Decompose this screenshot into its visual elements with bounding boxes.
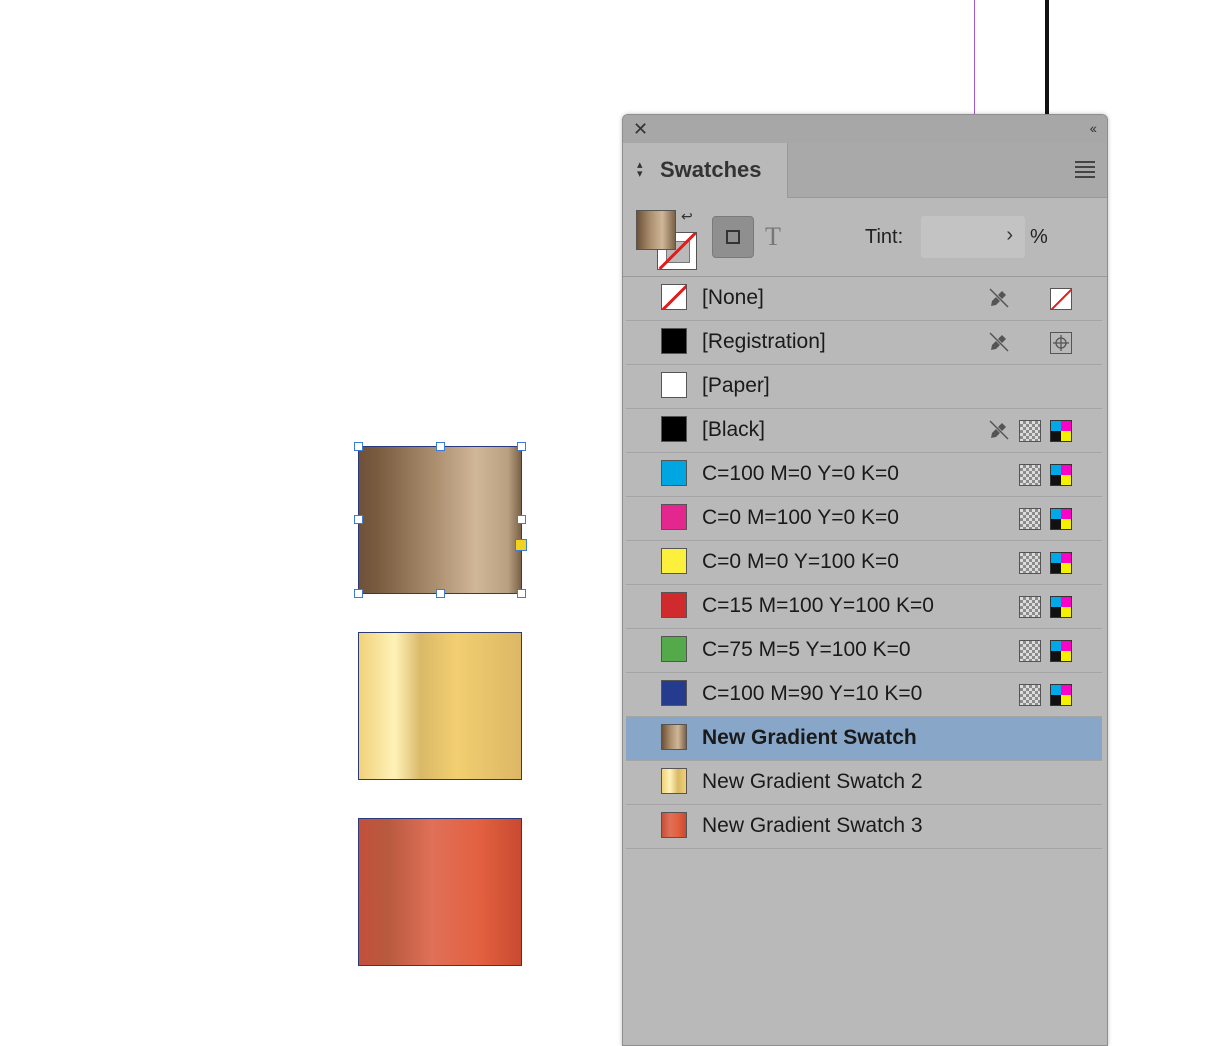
swatch-color-chip <box>661 636 687 662</box>
swatch-name: [Paper] <box>702 374 770 397</box>
swatch-name: C=0 M=0 Y=100 K=0 <box>702 550 899 573</box>
swatch-name: [Registration] <box>702 330 826 353</box>
selected-gradient-rectangle[interactable] <box>358 446 522 594</box>
cmyk-mode-icon <box>1050 420 1072 442</box>
page-edge-line <box>1045 0 1049 118</box>
panel-titlebar: ✕ ‹‹ <box>623 115 1107 143</box>
process-color-icon <box>1019 464 1041 486</box>
panel-menu-icon[interactable] <box>1075 161 1095 181</box>
swatch-row[interactable]: [Registration] <box>626 321 1102 365</box>
swatch-row[interactable]: C=0 M=100 Y=0 K=0 <box>626 497 1102 541</box>
cmyk-mode-icon <box>1050 596 1072 618</box>
swatch-name: C=75 M=5 Y=100 K=0 <box>702 638 911 661</box>
tint-label: Tint: <box>865 226 904 248</box>
registration-mark-icon <box>1050 332 1072 354</box>
swatch-name: C=100 M=0 Y=0 K=0 <box>702 462 899 485</box>
pencil-crossed-icon <box>987 286 1011 310</box>
fill-stroke-controls: ↩ T Tint: › % <box>623 198 1107 277</box>
tint-unit: % <box>1030 226 1048 248</box>
swatch-name: [Black] <box>702 418 766 441</box>
swatch-name: C=100 M=90 Y=10 K=0 <box>702 682 923 705</box>
swatch-color-chip <box>661 284 687 310</box>
process-color-icon <box>1019 508 1041 530</box>
swatch-row[interactable]: [Black] <box>626 409 1102 453</box>
resize-handle-bottom-left[interactable] <box>354 589 363 598</box>
swatch-row[interactable]: C=0 M=0 Y=100 K=0 <box>626 541 1102 585</box>
swatch-row[interactable]: New Gradient Swatch 2 <box>626 761 1102 805</box>
resize-handle-top-left[interactable] <box>354 442 363 451</box>
margin-guide <box>974 0 975 118</box>
process-color-icon <box>1019 596 1041 618</box>
fill-swatch[interactable] <box>636 210 676 250</box>
out-port-handle[interactable] <box>515 539 527 551</box>
swatch-color-chip <box>661 416 687 442</box>
swatch-row[interactable]: New Gradient Swatch <box>626 717 1102 761</box>
swatch-color-chip <box>661 504 687 530</box>
formatting-affects-container-button[interactable] <box>712 216 754 258</box>
process-color-icon <box>1019 684 1041 706</box>
swatch-row[interactable]: [Paper] <box>626 365 1102 409</box>
swap-fill-stroke-icon[interactable]: ↩ <box>681 208 693 225</box>
swatch-row[interactable]: C=15 M=100 Y=100 K=0 <box>626 585 1102 629</box>
swatch-row[interactable]: New Gradient Swatch 3 <box>626 805 1102 849</box>
close-icon[interactable]: ✕ <box>633 118 648 140</box>
cmyk-mode-icon <box>1050 552 1072 574</box>
swatch-color-chip <box>661 372 687 398</box>
swatch-row[interactable]: C=100 M=90 Y=10 K=0 <box>626 673 1102 717</box>
swatch-color-chip <box>661 680 687 706</box>
swatch-row[interactable]: C=100 M=0 Y=0 K=0 <box>626 453 1102 497</box>
swatches-panel: ✕ ‹‹ ▴ ▾ Swatches ↩ T Tint: › % [None] [Re… <box>622 114 1108 1046</box>
expand-collapse-icon[interactable]: ▴ ▾ <box>637 160 643 180</box>
tab-swatches[interactable]: ▴ ▾ Swatches <box>623 143 788 198</box>
swatch-color-chip <box>661 724 687 750</box>
tab-label: Swatches <box>660 157 762 182</box>
collapse-icon[interactable]: ‹‹ <box>1090 120 1097 136</box>
swatch-name: C=15 M=100 Y=100 K=0 <box>702 594 934 617</box>
resize-handle-left[interactable] <box>354 515 363 524</box>
cmyk-mode-icon <box>1050 508 1072 530</box>
none-chip-icon <box>1050 288 1072 310</box>
cmyk-mode-icon <box>1050 464 1072 486</box>
pencil-crossed-icon <box>987 330 1011 354</box>
resize-handle-bottom[interactable] <box>436 589 445 598</box>
process-color-icon <box>1019 552 1041 574</box>
tint-slider-arrow-icon[interactable]: › <box>1006 224 1013 247</box>
swatch-color-chip <box>661 768 687 794</box>
swatch-row[interactable]: [None] <box>626 277 1102 321</box>
swatch-color-chip <box>661 812 687 838</box>
swatch-row[interactable]: C=75 M=5 Y=100 K=0 <box>626 629 1102 673</box>
copper-gradient-rectangle[interactable] <box>358 818 522 966</box>
swatch-name: New Gradient Swatch <box>702 726 917 749</box>
process-color-icon <box>1019 420 1041 442</box>
process-color-icon <box>1019 640 1041 662</box>
resize-handle-top-right[interactable] <box>517 442 526 451</box>
tint-input[interactable]: › <box>921 216 1025 258</box>
resize-handle-top[interactable] <box>436 442 445 451</box>
resize-handle-bottom-right[interactable] <box>517 589 526 598</box>
swatch-list: [None] [Registration] [Paper] [Black] C=100 … <box>626 277 1102 849</box>
pencil-crossed-icon <box>987 418 1011 442</box>
panel-tabstrip: ▴ ▾ Swatches <box>623 143 1107 198</box>
swatch-name: New Gradient Swatch 3 <box>702 814 923 837</box>
resize-handle-right[interactable] <box>517 515 526 524</box>
gold-gradient-rectangle[interactable] <box>358 632 522 780</box>
swatch-color-chip <box>661 548 687 574</box>
cmyk-mode-icon <box>1050 684 1072 706</box>
swatch-name: C=0 M=100 Y=0 K=0 <box>702 506 899 529</box>
formatting-affects-text-icon[interactable]: T <box>765 222 781 252</box>
swatch-name: [None] <box>702 286 764 309</box>
swatch-color-chip <box>661 460 687 486</box>
cmyk-mode-icon <box>1050 640 1072 662</box>
swatch-name: New Gradient Swatch 2 <box>702 770 923 793</box>
swatch-color-chip <box>661 328 687 354</box>
swatch-color-chip <box>661 592 687 618</box>
container-icon <box>726 230 740 244</box>
